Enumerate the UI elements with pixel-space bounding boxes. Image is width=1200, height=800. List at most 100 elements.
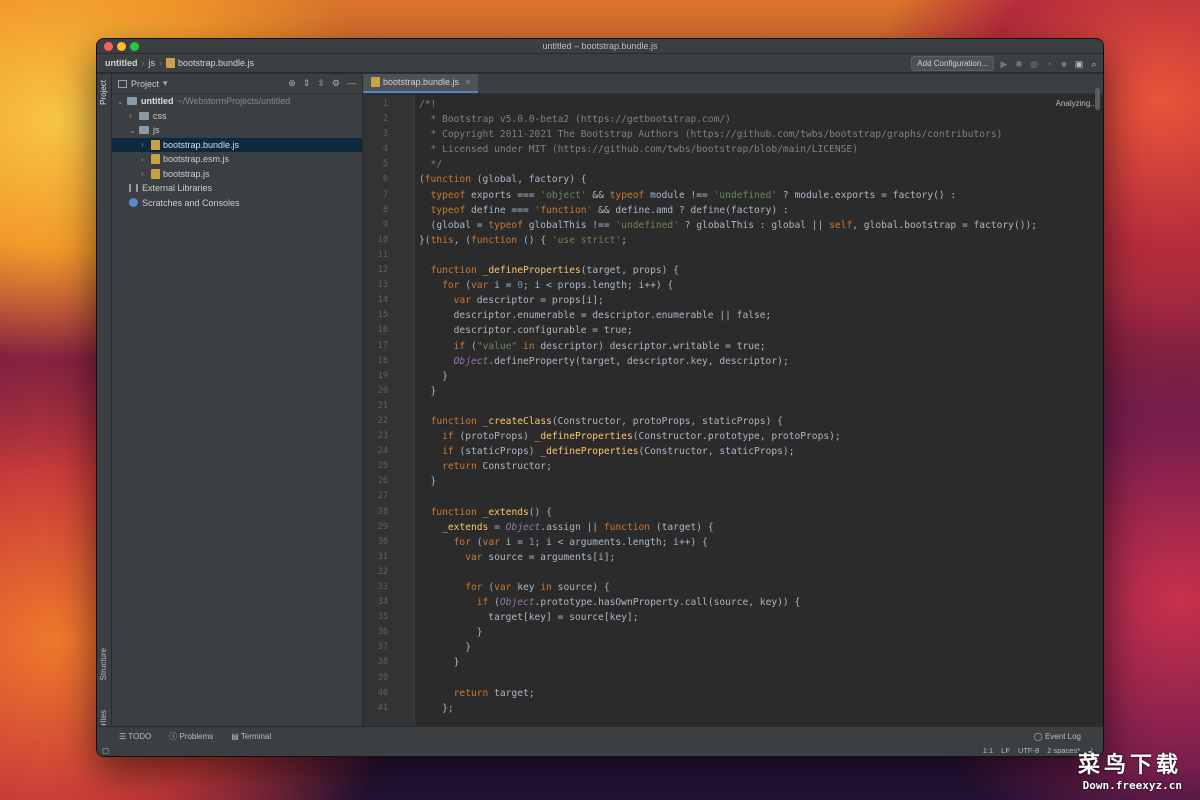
structure-tool-tab[interactable]: Structure xyxy=(99,648,108,680)
run-icon[interactable]: ▶ xyxy=(999,59,1009,69)
code-line[interactable]: return target; xyxy=(419,686,1103,701)
breadcrumb-folder[interactable]: js xyxy=(149,58,156,68)
toggle-tool-windows-icon[interactable]: ▢ xyxy=(102,746,109,755)
code-line[interactable]: if ("value" in descriptor) descriptor.wr… xyxy=(419,339,1103,354)
project-view-selector[interactable]: Project xyxy=(131,79,159,89)
close-window-button[interactable] xyxy=(104,42,113,51)
code-line[interactable] xyxy=(419,489,1103,504)
code-line[interactable]: if (Object.prototype.hasOwnProperty.call… xyxy=(419,595,1103,610)
tree-root-path: ~/WebstormProjects/untitled xyxy=(177,96,291,107)
code-text[interactable]: /*! * Bootstrap v5.0.0-beta2 (https://ge… xyxy=(415,95,1103,726)
debug-icon[interactable]: ✱ xyxy=(1014,59,1024,69)
project-tool-tab[interactable]: Project xyxy=(99,80,108,105)
tree-file-bootstrap[interactable]: › bootstrap.js xyxy=(112,167,362,182)
chevron-down-icon[interactable]: ▾ xyxy=(163,78,168,89)
tree-folder-label: css xyxy=(153,110,167,121)
close-icon[interactable]: × xyxy=(465,77,470,87)
chevron-right-icon[interactable]: › xyxy=(141,140,151,149)
code-line[interactable] xyxy=(419,248,1103,263)
minimize-window-button[interactable] xyxy=(117,42,126,51)
code-line[interactable]: Object.defineProperty(target, descriptor… xyxy=(419,354,1103,369)
code-line[interactable] xyxy=(419,399,1103,414)
event-log-button[interactable]: ◯ Event Log xyxy=(1034,732,1081,741)
tree-folder-js[interactable]: ⌄ js xyxy=(112,123,362,138)
line-number: 13 xyxy=(377,280,388,291)
tree-file-bootstrap-esm[interactable]: › bootstrap.esm.js xyxy=(112,152,362,167)
expand-all-icon[interactable]: ⇕ xyxy=(303,78,311,89)
line-number: 12 xyxy=(377,265,388,276)
tree-folder-css[interactable]: › css xyxy=(112,109,362,124)
layout-icon[interactable]: ▣ xyxy=(1074,59,1084,69)
code-line[interactable]: for (var i = 0; i < props.length; i++) { xyxy=(419,278,1103,293)
code-line[interactable]: } xyxy=(419,384,1103,399)
code-line[interactable]: var source = arguments[i]; xyxy=(419,550,1103,565)
code-line[interactable]: if (protoProps) _defineProperties(Constr… xyxy=(419,429,1103,444)
code-line[interactable]: /*! xyxy=(419,97,1103,112)
code-line[interactable] xyxy=(419,565,1103,580)
code-line[interactable]: descriptor.configurable = true; xyxy=(419,323,1103,338)
tree-file-bootstrap-bundle[interactable]: › bootstrap.bundle.js xyxy=(112,137,362,152)
code-line[interactable] xyxy=(419,671,1103,686)
todo-tool-button[interactable]: ☰ TODO xyxy=(119,732,151,741)
code-line[interactable]: for (var i = 1; i < arguments.length; i+… xyxy=(419,535,1103,550)
breadcrumb-file[interactable]: bootstrap.bundle.js xyxy=(178,58,254,68)
breadcrumb-project[interactable]: untitled xyxy=(105,58,138,68)
file-encoding[interactable]: UTF-8 xyxy=(1018,746,1039,755)
gear-icon[interactable]: ⚙ xyxy=(332,78,340,89)
chevron-right-icon[interactable]: › xyxy=(129,111,139,120)
line-separator[interactable]: LF xyxy=(1001,746,1010,755)
code-line[interactable]: * Licensed under MIT (https://github.com… xyxy=(419,142,1103,157)
tree-external-libraries[interactable]: External Libraries xyxy=(112,181,362,196)
chevron-right-icon[interactable]: › xyxy=(141,155,151,164)
problems-tool-button[interactable]: ⓘ Problems xyxy=(169,731,213,742)
code-line[interactable]: } xyxy=(419,640,1103,655)
code-line[interactable]: }; xyxy=(419,701,1103,716)
code-line[interactable]: typeof define === 'function' && define.a… xyxy=(419,203,1103,218)
indent-setting[interactable]: 2 spaces* xyxy=(1047,746,1080,755)
code-line[interactable]: } xyxy=(419,474,1103,489)
code-line[interactable]: var descriptor = props[i]; xyxy=(419,293,1103,308)
code-area[interactable]: 1 2 3 4 5 6 7 8 9 10 11 12 13 14 15 16 17 18 19 20 21 22 23 24 2… xyxy=(363,95,1103,726)
code-line[interactable]: for (var key in source) { xyxy=(419,580,1103,595)
tree-scratches[interactable]: Scratches and Consoles xyxy=(112,196,362,211)
code-line[interactable]: descriptor.enumerable = descriptor.enume… xyxy=(419,308,1103,323)
search-icon[interactable]: ⌕ xyxy=(1089,59,1099,69)
terminal-tool-button[interactable]: ▤ Terminal xyxy=(231,732,271,741)
locate-icon[interactable]: ⊕ xyxy=(288,78,296,89)
code-line[interactable]: function _extends() { xyxy=(419,505,1103,520)
code-line[interactable]: typeof exports === 'object' && typeof mo… xyxy=(419,188,1103,203)
code-line[interactable]: } xyxy=(419,625,1103,640)
code-line[interactable]: (global = typeof globalThis !== 'undefin… xyxy=(419,218,1103,233)
chevron-right-icon[interactable]: › xyxy=(141,169,151,178)
problems-label: Problems xyxy=(179,731,214,741)
maximize-window-button[interactable] xyxy=(130,42,139,51)
code-line[interactable]: } xyxy=(419,369,1103,384)
chevron-down-icon[interactable]: ⌄ xyxy=(129,126,139,135)
add-configuration-button[interactable]: Add Configuration... xyxy=(911,56,994,71)
editor-scrollbar[interactable] xyxy=(1095,88,1100,110)
line-number: 4 xyxy=(382,144,388,155)
tree-root[interactable]: ⌄ untitled ~/WebstormProjects/untitled xyxy=(112,94,362,109)
code-line[interactable]: (function (global, factory) { xyxy=(419,172,1103,187)
code-line[interactable]: if (staticProps) _defineProperties(Const… xyxy=(419,444,1103,459)
code-line[interactable]: return Constructor; xyxy=(419,459,1103,474)
code-line[interactable]: */ xyxy=(419,157,1103,172)
editor-tab-bootstrap-bundle[interactable]: bootstrap.bundle.js × xyxy=(363,74,479,93)
hide-icon[interactable]: — xyxy=(347,78,356,89)
line-number: 1 xyxy=(382,99,388,109)
code-line[interactable]: }(this, (function () { 'use strict'; xyxy=(419,233,1103,248)
code-line[interactable]: function _defineProperties(target, props… xyxy=(419,263,1103,278)
caret-position[interactable]: 1:1 xyxy=(983,746,993,755)
code-line[interactable]: } xyxy=(419,655,1103,670)
left-tool-strip: Project Structure Favorites xyxy=(97,74,112,743)
chevron-down-icon[interactable]: ⌄ xyxy=(117,97,127,106)
profile-icon[interactable]: ◔ xyxy=(1044,59,1054,69)
code-line[interactable]: _extends = Object.assign || function (ta… xyxy=(419,520,1103,535)
code-line[interactable]: * Bootstrap v5.0.0-beta2 (https://getboo… xyxy=(419,112,1103,127)
code-line[interactable]: * Copyright 2011-2021 The Bootstrap Auth… xyxy=(419,127,1103,142)
coverage-icon[interactable]: ◍ xyxy=(1029,59,1039,69)
code-line[interactable]: function _createClass(Constructor, proto… xyxy=(419,414,1103,429)
collapse-all-icon[interactable]: ⇳ xyxy=(317,78,325,89)
stop-icon[interactable]: ■ xyxy=(1059,59,1069,69)
code-line[interactable]: target[key] = source[key]; xyxy=(419,610,1103,625)
